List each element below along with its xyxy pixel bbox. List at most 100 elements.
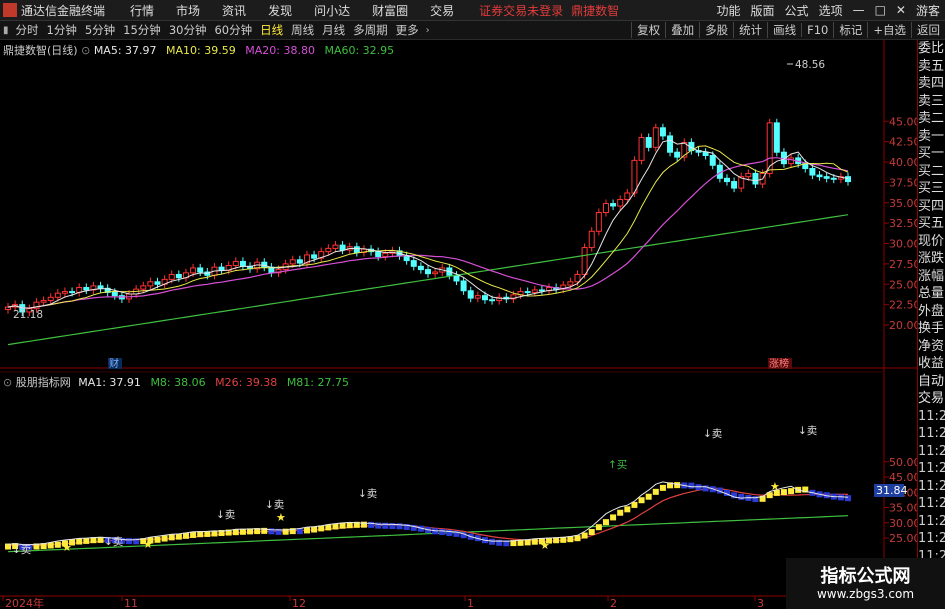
period-intraday[interactable]: 分时 [16, 22, 39, 38]
candle-body [54, 292, 61, 298]
candle-body [723, 177, 730, 183]
btn-mark[interactable]: 标记 [833, 22, 867, 38]
candle-body [40, 300, 47, 303]
sell-signal: ↓卖 [216, 509, 235, 521]
m8-block [346, 522, 353, 529]
m8-block [581, 532, 588, 539]
candle-body [154, 281, 161, 285]
candle-body [731, 181, 738, 189]
m8-block [524, 539, 531, 546]
play-icon[interactable]: ▮ [3, 25, 9, 36]
quote-label: 净资 [918, 338, 945, 354]
indicator-name: 股朋指标网 [15, 376, 71, 389]
chart-area[interactable]: 45.00 42.50 40.00 37.50 35.00 32.50 30.00 27.50… [0, 40, 917, 609]
x-tick-label: 11 [124, 597, 138, 609]
maximize-button[interactable]: □ [875, 3, 886, 17]
period-more[interactable]: 更多 [396, 22, 419, 38]
user-guest[interactable]: 游客 [916, 2, 940, 19]
btn-back[interactable]: 返回 [911, 22, 945, 38]
quote-label: 11:29 [918, 531, 945, 546]
menu-formula[interactable]: 公式 [785, 2, 809, 19]
quote-label: 换手 [918, 321, 945, 336]
candle-body [140, 285, 147, 290]
sub-y-tick-label: 25.00 [889, 532, 917, 545]
candle-body [175, 273, 182, 279]
candle-body [595, 212, 602, 232]
candle-body [788, 157, 795, 165]
btn-stats[interactable]: 统计 [733, 22, 767, 38]
period-weekly[interactable]: 周线 [291, 22, 314, 38]
close-button[interactable]: ✕ [896, 3, 906, 17]
period-daily[interactable]: 日线 [260, 22, 283, 38]
btn-draw[interactable]: 画线 [767, 22, 801, 38]
indicator-icon[interactable]: ⊙ [3, 376, 16, 389]
m8-block [845, 495, 851, 502]
candle-body [218, 266, 225, 271]
candle-body [417, 265, 424, 271]
quote-label: 11:29 [918, 496, 945, 511]
candle-body [709, 154, 716, 166]
period-5min[interactable]: 5分钟 [85, 22, 115, 38]
candle-body [481, 295, 488, 301]
menu-function[interactable]: 功能 [717, 2, 741, 19]
x-tick-label: 1 [467, 597, 474, 609]
dropdown-icon[interactable]: ⊙ [81, 44, 94, 57]
m8-block [674, 482, 681, 489]
quote-label: 涨幅 [918, 268, 945, 284]
star-marker: ★ [143, 538, 153, 551]
minimize-button[interactable]: — [853, 3, 865, 17]
btn-add-favorite[interactable]: +自选 [867, 22, 911, 38]
period-60min[interactable]: 60分钟 [214, 22, 252, 38]
quote-label: 委比 [918, 41, 945, 56]
m8-block [610, 514, 617, 521]
menu-options[interactable]: 选项 [819, 2, 843, 19]
menu-item-quotes[interactable]: 行情 [130, 2, 154, 19]
btn-multi-stock[interactable]: 多股 [699, 22, 733, 38]
menu-item-news[interactable]: 资讯 [222, 2, 246, 19]
candle-body [531, 289, 538, 293]
m8-block [624, 506, 631, 513]
y-tick-label: 37.50 [889, 176, 917, 189]
quote-label: 卖三 [918, 93, 945, 109]
candle-body [296, 259, 303, 264]
login-warning[interactable]: 证券交易未登录 [479, 2, 563, 19]
candle-body [432, 271, 439, 275]
period-1min[interactable]: 1分钟 [47, 22, 77, 38]
ma20-value: MA20: 38.80 [245, 44, 315, 57]
candle-body [823, 176, 830, 179]
sell-signal: ↓卖 [12, 544, 31, 556]
menu-item-trade[interactable]: 交易 [430, 2, 454, 19]
m8-block [396, 523, 403, 530]
quote-label: 收益 [918, 356, 945, 371]
app-logo-icon [3, 3, 17, 17]
star-marker: ★ [770, 480, 780, 493]
candle-body [453, 274, 460, 282]
btn-adjust[interactable]: 复权 [631, 22, 665, 38]
period-15min[interactable]: 15分钟 [123, 22, 161, 38]
menu-item-wealth-circle[interactable]: 财富圈 [372, 2, 408, 19]
candle-body [624, 192, 631, 200]
chevron-right-icon[interactable]: › [426, 25, 430, 36]
menu-layout[interactable]: 版面 [751, 2, 775, 19]
candle-body [239, 260, 246, 267]
candle-body [353, 246, 360, 253]
y-tick-label: 40.00 [889, 156, 917, 169]
y-tick-label: 45.00 [889, 115, 917, 128]
candlesticks [5, 118, 851, 317]
menu-item-ask-xiaoda[interactable]: 问小达 [314, 2, 350, 19]
period-multi[interactable]: 多周期 [353, 22, 388, 38]
candle-body [645, 137, 652, 148]
btn-overlay[interactable]: 叠加 [665, 22, 699, 38]
menu-item-discover[interactable]: 发现 [268, 2, 292, 19]
y-tick-label: 20.00 [889, 319, 917, 332]
candle-body [652, 127, 659, 148]
y-tick-label: 27.50 [889, 258, 917, 271]
period-30min[interactable]: 30分钟 [169, 22, 207, 38]
m8-block [645, 493, 652, 500]
period-monthly[interactable]: 月线 [322, 22, 345, 38]
period-toolbar: ▮ 分时 1分钟 5分钟 15分钟 30分钟 60分钟 日线 周线 月线 多周期… [0, 21, 945, 40]
quote-label: 卖四 [918, 76, 945, 91]
quote-label: 11:29 [918, 478, 945, 494]
menu-item-market[interactable]: 市场 [176, 2, 200, 19]
btn-f10[interactable]: F10 [801, 23, 833, 37]
